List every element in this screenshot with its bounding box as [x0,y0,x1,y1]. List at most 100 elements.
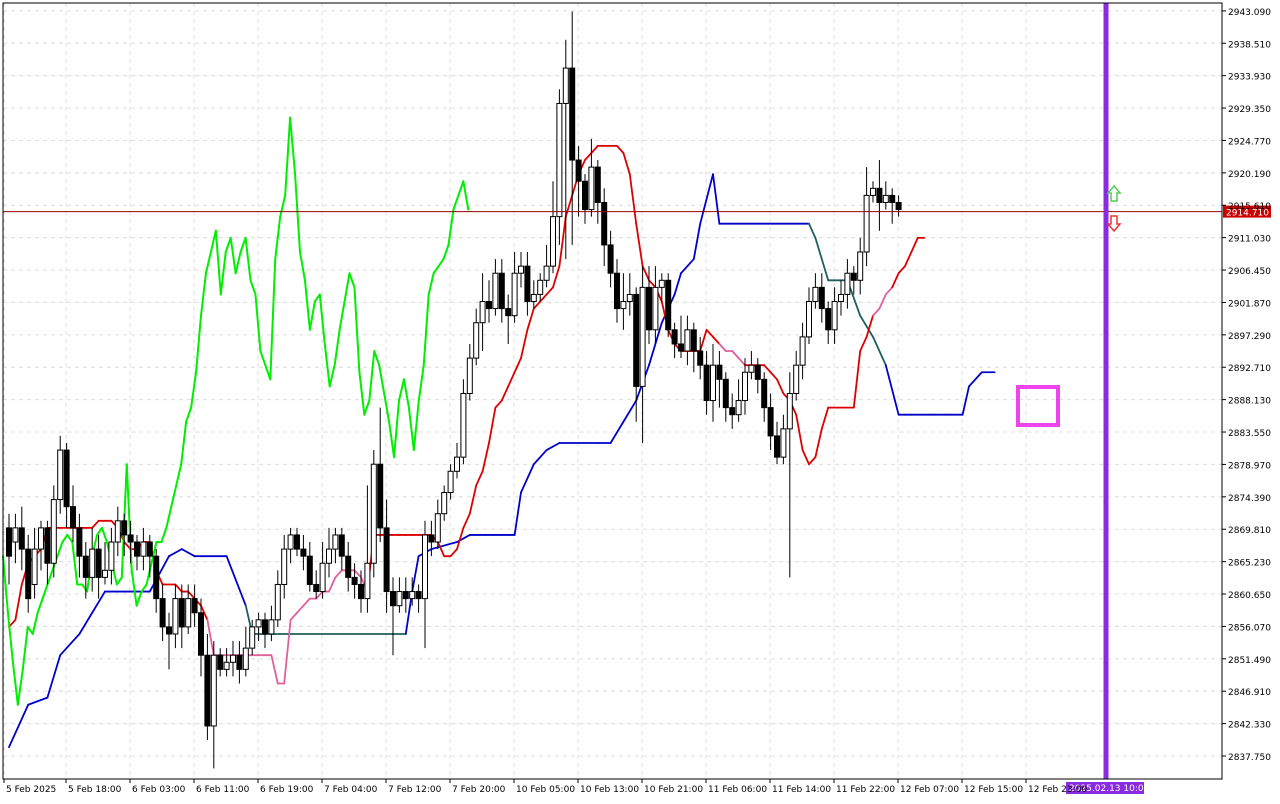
candle[interactable] [262,619,268,635]
candle[interactable] [422,534,428,600]
candle[interactable] [428,534,435,543]
candle[interactable] [300,548,307,557]
candle[interactable] [569,67,576,161]
candle[interactable] [556,102,563,218]
candle[interactable] [134,541,140,557]
candle[interactable] [473,322,480,359]
candle[interactable] [850,272,857,281]
candle[interactable] [178,598,185,628]
candle[interactable] [102,569,108,578]
candle[interactable] [38,527,44,550]
candle[interactable] [466,357,473,394]
candle[interactable] [703,364,710,402]
candle[interactable] [562,67,569,104]
price-chart[interactable]: 2914.7102025.02.13 10:00 2943.0902938.51… [0,0,1280,800]
candle[interactable] [345,555,352,578]
candle[interactable] [12,527,19,543]
candle[interactable] [684,329,691,352]
candle[interactable] [377,463,384,529]
candle[interactable] [690,329,697,352]
candle[interactable] [550,216,556,267]
candle[interactable] [57,449,64,501]
candle[interactable] [95,548,102,578]
candle[interactable] [614,272,620,310]
candle[interactable] [319,562,326,593]
candle[interactable] [223,661,230,670]
candle[interactable] [831,301,838,331]
candle[interactable] [332,534,339,550]
candle[interactable] [326,548,332,564]
candle[interactable] [530,293,537,303]
candle[interactable] [306,555,313,585]
candle[interactable] [786,392,793,430]
candle[interactable] [153,555,160,600]
candle[interactable] [415,591,422,600]
candle[interactable] [498,272,505,310]
candle[interactable] [626,293,633,303]
candle[interactable] [863,194,870,253]
candle[interactable] [754,364,761,380]
candle[interactable] [236,654,243,670]
candle[interactable] [601,201,608,246]
candle[interactable] [748,364,755,373]
candle[interactable] [857,251,864,281]
candle[interactable] [511,272,518,317]
candle[interactable] [633,293,640,387]
candle[interactable] [524,265,531,303]
candle[interactable] [607,244,614,274]
candle[interactable] [255,619,262,628]
candle[interactable] [370,463,377,564]
candle[interactable] [18,527,25,550]
candle[interactable] [652,286,659,331]
candle[interactable] [50,499,57,564]
candle[interactable] [242,647,249,670]
candle[interactable] [313,583,320,593]
candle[interactable] [505,308,512,317]
candle[interactable] [710,364,716,402]
candle[interactable] [646,286,652,331]
candle[interactable] [735,400,742,416]
candle[interactable] [447,470,454,494]
candle[interactable] [185,598,192,628]
candle[interactable] [82,555,89,578]
candle[interactable] [217,654,224,670]
candle[interactable] [889,194,896,203]
candle[interactable] [351,576,358,585]
candle[interactable] [543,265,550,281]
candle[interactable] [793,364,800,394]
candle[interactable] [390,591,396,607]
candle[interactable] [678,343,684,352]
candle[interactable] [287,534,294,550]
candle[interactable] [818,286,825,310]
candle[interactable] [6,527,12,557]
candle[interactable] [780,428,787,458]
candle[interactable] [895,201,902,211]
candle[interactable] [114,520,121,543]
candle[interactable] [25,548,32,600]
candle[interactable] [812,286,819,303]
candle[interactable] [658,279,665,288]
candle[interactable] [338,534,345,557]
candle[interactable] [460,392,467,458]
candle[interactable] [274,583,281,621]
candle[interactable] [204,654,211,727]
candle[interactable] [166,626,172,635]
candle[interactable] [870,187,876,196]
candle[interactable] [825,308,832,331]
candle[interactable] [63,449,70,508]
candle[interactable] [537,279,544,295]
candle[interactable] [742,371,748,402]
candle[interactable] [89,548,96,578]
candle[interactable] [518,265,524,274]
candle[interactable] [70,506,76,529]
candle[interactable] [761,378,768,409]
candle[interactable] [575,159,582,182]
candle[interactable] [620,301,627,310]
candle[interactable] [383,527,390,593]
candle[interactable] [588,166,595,211]
candle[interactable] [454,456,460,472]
candle[interactable] [671,329,678,345]
candle[interactable] [665,279,672,331]
candle[interactable] [729,407,736,416]
candle[interactable] [198,612,204,656]
